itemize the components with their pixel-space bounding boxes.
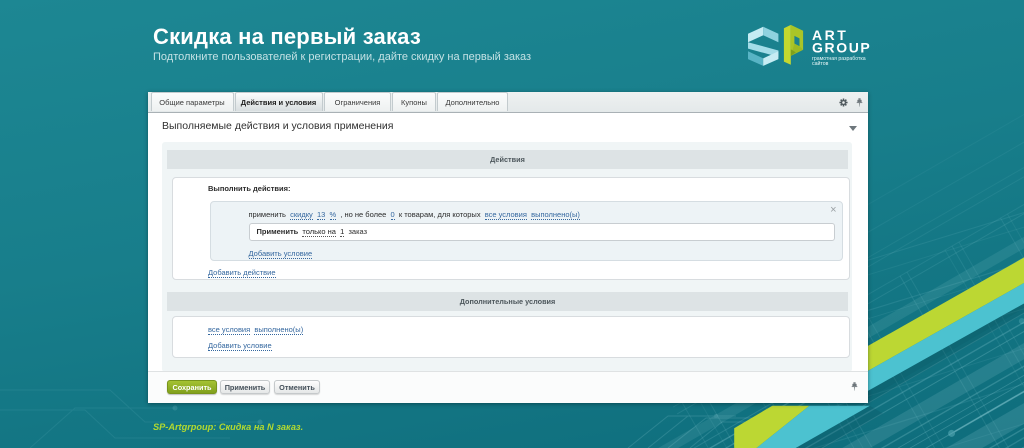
svg-text:сайтов: сайтов <box>812 60 829 67</box>
svg-text:GROUP: GROUP <box>812 40 871 56</box>
